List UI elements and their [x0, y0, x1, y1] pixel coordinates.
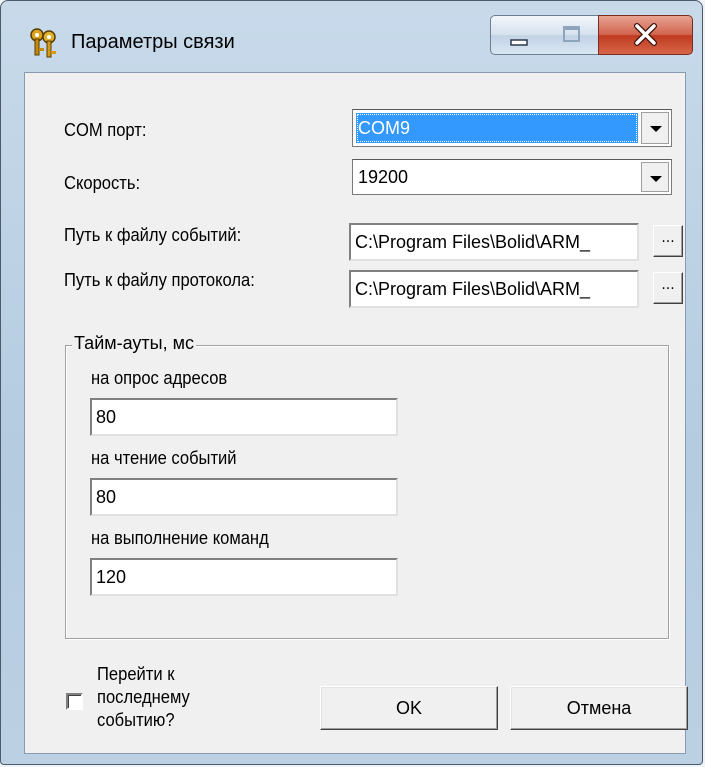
timeouts-group: Тайм-ауты, мс на опрос адресов 80 на чте…: [65, 333, 669, 639]
close-icon: [599, 23, 692, 59]
com-port-label: COM порт:: [64, 120, 147, 140]
events-path-input[interactable]: C:\Program Files\Bolid\ARM_: [349, 223, 639, 261]
protocol-path-label: Путь к файлу протокола:: [64, 270, 255, 290]
dialog-client-area: COM порт: COM9 Скорость: 19200 Путь к фа…: [24, 72, 688, 754]
com-port-select[interactable]: COM9: [352, 109, 672, 147]
address-poll-label: на опрос адресов: [91, 368, 228, 388]
dialog-window: Параметры связи COM порт: COM9 Скорость:: [0, 0, 703, 765]
speed-value: 19200: [358, 167, 409, 187]
com-port-value: COM9: [356, 113, 638, 143]
window-title: Параметры связи: [71, 31, 235, 53]
speed-select[interactable]: 19200: [352, 159, 672, 195]
events-path-browse-button[interactable]: ...: [653, 225, 683, 257]
maximize-button[interactable]: [545, 15, 599, 55]
event-read-label: на чтение событий: [91, 448, 237, 468]
chevron-down-icon[interactable]: [641, 162, 669, 192]
title-bar[interactable]: Параметры связи: [1, 1, 702, 71]
event-read-input[interactable]: 80: [90, 478, 398, 516]
timeouts-group-title: Тайм-ауты, мс: [72, 333, 196, 354]
command-exec-label: на выполнение команд: [91, 528, 269, 548]
maximize-icon: [545, 26, 597, 59]
protocol-path-browse-button[interactable]: ...: [653, 272, 683, 304]
cancel-button[interactable]: Отмена: [510, 686, 688, 730]
speed-label: Скорость:: [64, 173, 141, 193]
goto-last-event-label[interactable]: Перейти к последнему событию?: [97, 663, 226, 732]
goto-last-event-checkbox[interactable]: [66, 693, 83, 710]
close-button[interactable]: [598, 15, 693, 55]
minimize-button[interactable]: [490, 15, 546, 55]
command-exec-input[interactable]: 120: [90, 558, 398, 596]
protocol-path-input[interactable]: C:\Program Files\Bolid\ARM_: [349, 270, 639, 308]
minimize-icon: [491, 39, 545, 59]
keys-icon: [27, 26, 63, 60]
chevron-down-icon[interactable]: [641, 112, 669, 144]
address-poll-input[interactable]: 80: [90, 398, 398, 436]
ok-button[interactable]: OK: [320, 686, 498, 730]
events-path-label: Путь к файлу событий:: [64, 225, 242, 245]
